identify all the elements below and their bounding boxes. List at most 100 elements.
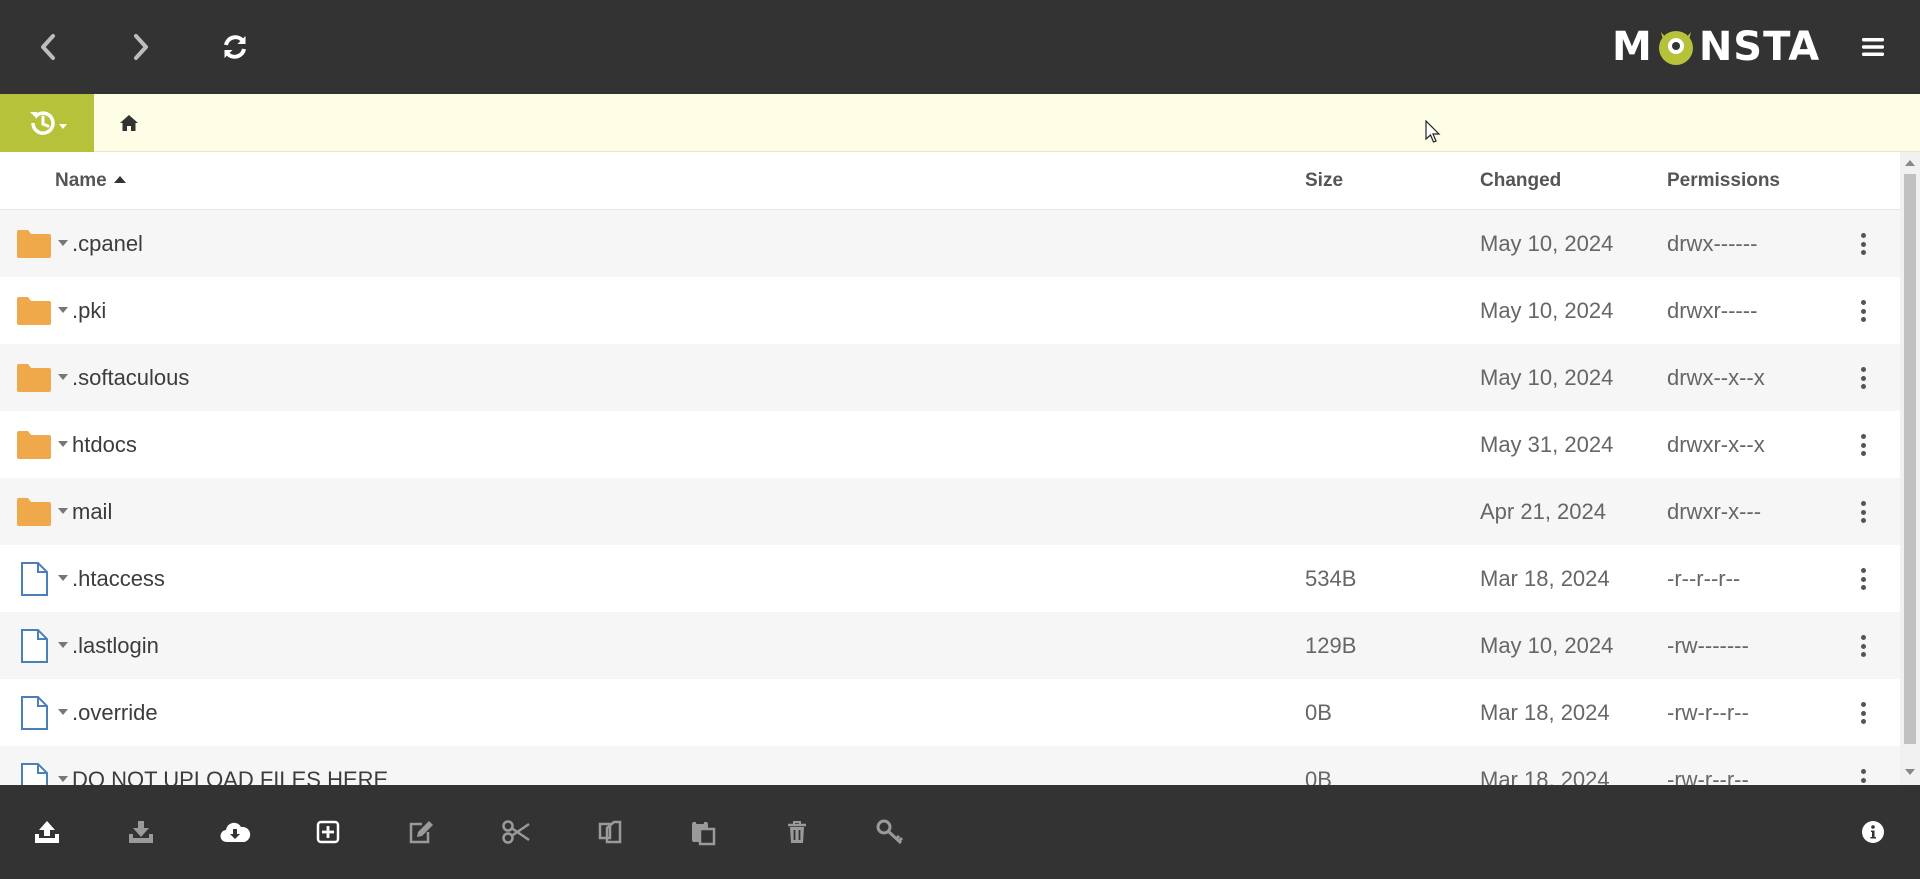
row-menu-icon[interactable]: [1855, 633, 1871, 659]
upload-icon: [35, 821, 59, 843]
caret-down-icon[interactable]: [58, 776, 68, 782]
row-menu-icon[interactable]: [1855, 432, 1871, 458]
file-name[interactable]: DO NOT UPLOAD FILES HERE: [72, 746, 388, 785]
file-permissions: -rw-r--r--: [1667, 767, 1749, 785]
home-button[interactable]: [114, 108, 144, 138]
chevron-left-icon: [41, 34, 55, 60]
row-menu-icon[interactable]: [1855, 499, 1871, 525]
download-button[interactable]: [116, 807, 166, 857]
column-header-changed[interactable]: Changed: [1480, 152, 1561, 210]
file-permissions: drwx--x--x: [1667, 365, 1765, 390]
file-icon: [16, 561, 52, 597]
file-size: 0B: [1305, 767, 1332, 785]
delete-button[interactable]: [772, 807, 822, 857]
download-icon: [129, 821, 153, 843]
history-icon: [30, 111, 67, 135]
paste-button[interactable]: [678, 807, 728, 857]
row-menu-icon[interactable]: [1855, 298, 1871, 324]
row-menu-icon[interactable]: [1855, 566, 1871, 592]
column-header-name[interactable]: Name: [55, 152, 126, 210]
file-name[interactable]: .lastlogin: [72, 612, 159, 679]
forward-button[interactable]: [115, 22, 165, 72]
caret-down-icon[interactable]: [58, 508, 68, 514]
file-name[interactable]: .cpanel: [72, 210, 143, 277]
paste-icon: [692, 820, 716, 846]
info-icon: [1862, 821, 1884, 843]
fetch-file-button[interactable]: [210, 807, 260, 857]
file-name[interactable]: .htaccess: [72, 545, 165, 612]
top-toolbar: M NSTA: [0, 0, 1920, 94]
table-row[interactable]: .cpanel May 10, 2024 drwx------: [0, 210, 1900, 277]
row-menu-icon[interactable]: [1855, 700, 1871, 726]
permissions-button[interactable]: [865, 807, 915, 857]
table-row[interactable]: mail Apr 21, 2024 drwxr-x---: [0, 478, 1900, 545]
scroll-down-arrow-icon[interactable]: [1905, 769, 1915, 775]
logo-text-left: M: [1612, 24, 1653, 70]
file-name[interactable]: .pki: [72, 277, 106, 344]
file-permissions: -rw-------: [1667, 633, 1749, 658]
file-name[interactable]: htdocs: [72, 411, 137, 478]
file-changed-date: Mar 18, 2024: [1480, 700, 1610, 725]
caret-down-icon[interactable]: [58, 374, 68, 380]
info-button[interactable]: [1848, 807, 1898, 857]
caret-down-icon[interactable]: [58, 575, 68, 581]
file-changed-date: May 10, 2024: [1480, 633, 1614, 658]
row-menu-icon[interactable]: [1855, 231, 1871, 257]
file-changed-date: Mar 18, 2024: [1480, 566, 1610, 591]
caret-down-icon[interactable]: [58, 307, 68, 313]
column-header-name-label: Name: [55, 170, 107, 191]
table-row[interactable]: .htaccess 534B Mar 18, 2024 -r--r--r--: [0, 545, 1900, 612]
chevron-right-icon: [134, 34, 148, 60]
scissors-icon: [502, 820, 530, 844]
file-name[interactable]: .softaculous: [72, 344, 189, 411]
table-body: .cpanel May 10, 2024 drwx------ .pki May 10,…: [0, 210, 1900, 785]
refresh-icon: [224, 35, 246, 59]
cut-button[interactable]: [491, 807, 541, 857]
home-icon: [120, 115, 138, 131]
caret-down-icon[interactable]: [58, 441, 68, 447]
hamburger-icon: [1862, 38, 1884, 56]
file-changed-date: May 10, 2024: [1480, 298, 1614, 323]
caret-down-icon[interactable]: [58, 642, 68, 648]
scroll-up-arrow-icon[interactable]: [1905, 160, 1915, 166]
cloud-download-icon: [220, 822, 251, 843]
file-name[interactable]: mail: [72, 478, 112, 545]
monster-logo-icon: [1658, 31, 1693, 65]
file-permissions: drwx------: [1667, 231, 1758, 256]
file-icon: [16, 628, 52, 664]
file-changed-date: Apr 21, 2024: [1480, 499, 1606, 524]
upload-button[interactable]: [22, 807, 72, 857]
row-menu-icon[interactable]: [1855, 365, 1871, 391]
table-row[interactable]: .softaculous May 10, 2024 drwx--x--x: [0, 344, 1900, 411]
column-header-permissions[interactable]: Permissions: [1667, 152, 1780, 210]
table-row[interactable]: .lastlogin 129B May 10, 2024 -rw-------: [0, 612, 1900, 679]
key-icon: [876, 819, 904, 845]
history-button[interactable]: [0, 94, 94, 152]
folder-icon: [16, 360, 52, 396]
refresh-button[interactable]: [210, 22, 260, 72]
table-row[interactable]: DO NOT UPLOAD FILES HERE 0B Mar 18, 2024 -r…: [0, 746, 1900, 785]
caret-down-icon[interactable]: [58, 240, 68, 246]
file-name[interactable]: .override: [72, 679, 158, 746]
main-menu-button[interactable]: [1848, 22, 1898, 72]
table-row[interactable]: .pki May 10, 2024 drwxr-----: [0, 277, 1900, 344]
table-row[interactable]: htdocs May 31, 2024 drwxr-x--x: [0, 411, 1900, 478]
column-header-size[interactable]: Size: [1305, 152, 1343, 210]
row-menu-icon[interactable]: [1855, 767, 1871, 785]
file-permissions: drwxr-x---: [1667, 499, 1762, 524]
copy-button[interactable]: [585, 807, 635, 857]
file-list: Name Size Changed Permissions .cpanel May…: [0, 152, 1900, 785]
file-size: 0B: [1305, 700, 1332, 725]
back-button[interactable]: [24, 22, 74, 72]
bottom-toolbar: [0, 785, 1920, 879]
folder-icon: [16, 226, 52, 262]
new-item-button[interactable]: [303, 807, 353, 857]
scroll-thumb[interactable]: [1904, 174, 1916, 744]
file-permissions: drwxr-x--x: [1667, 432, 1765, 457]
file-changed-date: May 31, 2024: [1480, 432, 1614, 457]
vertical-scrollbar[interactable]: [1900, 152, 1920, 785]
caret-down-icon[interactable]: [58, 709, 68, 715]
edit-button[interactable]: [396, 807, 446, 857]
table-row[interactable]: .override 0B Mar 18, 2024 -rw-r--r--: [0, 679, 1900, 746]
copy-icon: [598, 820, 622, 844]
